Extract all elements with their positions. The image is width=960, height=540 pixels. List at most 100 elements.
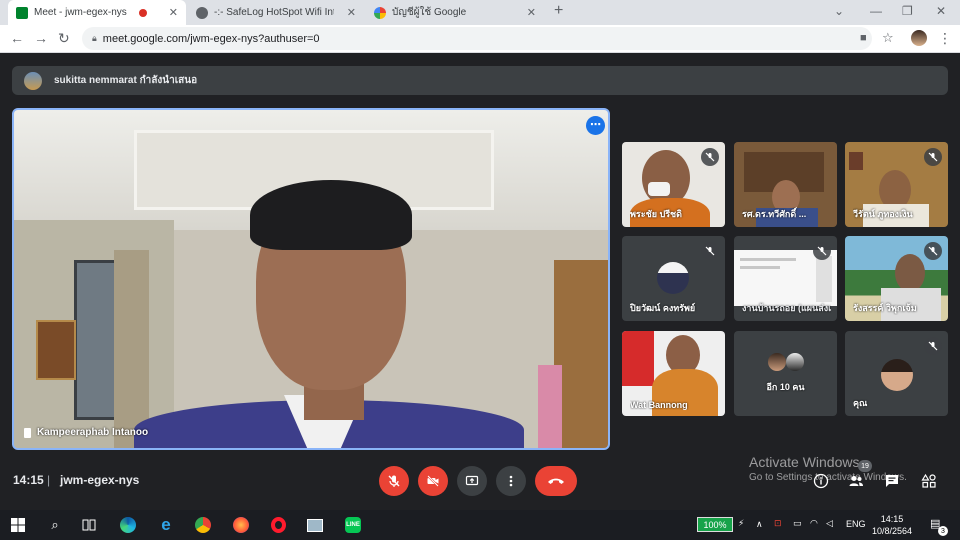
globe-icon	[196, 6, 208, 19]
back-icon[interactable]: ←	[10, 30, 24, 46]
chat-button[interactable]	[881, 470, 903, 492]
more-options-icon[interactable]: ⋯	[586, 116, 605, 135]
mic-off-icon	[924, 337, 942, 355]
close-window-icon[interactable]: ✕	[936, 4, 946, 18]
toggle-mic-button[interactable]	[379, 466, 409, 496]
pin-icon	[24, 427, 31, 438]
participant-tile[interactable]: ปิยวัฒน์ คงทรัพย์	[622, 236, 725, 321]
forward-icon[interactable]: →	[34, 30, 48, 46]
camera-icon[interactable]: ■	[860, 32, 867, 44]
info-icon	[813, 473, 829, 489]
tab-meet[interactable]: Meet - jwm-egex-nys ✕	[8, 0, 186, 25]
volume-icon[interactable]: ◁	[826, 518, 833, 529]
chat-icon	[886, 475, 898, 487]
main-video-name: Kampeeraphab Intanoo	[37, 427, 149, 438]
present-screen-button[interactable]	[457, 466, 487, 496]
activities-button[interactable]	[918, 470, 940, 492]
address-bar[interactable]: 🔒︎ meet.google.com/jwm-egex-nys?authuser…	[82, 27, 872, 50]
tab-label: Meet - jwm-egex-nys	[34, 7, 127, 18]
people-icon	[849, 476, 863, 486]
reload-icon[interactable]: ↻	[58, 30, 70, 47]
participant-tile[interactable]: รังสรรค์ วิพุกเจ้ม	[845, 236, 948, 321]
present-icon	[465, 475, 479, 486]
opera-icon[interactable]	[269, 516, 287, 534]
face-mask	[648, 182, 670, 196]
screen-line	[740, 258, 796, 261]
participant-avatar	[786, 353, 804, 371]
lock-icon: 🔒︎	[92, 33, 97, 43]
more-options-button[interactable]	[496, 466, 526, 496]
more-participants-tile[interactable]: อีก 10 คน	[734, 331, 837, 416]
hang-up-icon	[548, 478, 564, 484]
participant-tile[interactable]: วีรัตน์ ภูทองเงิน	[845, 142, 948, 227]
chrome-icon[interactable]	[194, 516, 212, 534]
participant-tile[interactable]: พระชัย ปรีชดิ	[622, 142, 725, 227]
tab-safelog[interactable]: -:- SafeLog HotSpot Wifi Internet ✕	[188, 0, 364, 25]
participant-tile[interactable]: Wat Bannong	[622, 331, 725, 416]
battery-indicator[interactable]: 100%	[697, 517, 733, 532]
watermark-line1: Activate Windows	[749, 454, 860, 470]
tab-google-account[interactable]: บัญชีผู้ใช้ Google ✕	[366, 0, 544, 25]
firefox-icon[interactable]	[232, 516, 250, 534]
close-tab-icon[interactable]: ✕	[527, 6, 536, 19]
menu-kebab-icon[interactable]: ⋮	[938, 30, 952, 47]
participant-name: Wat Bannong	[630, 400, 688, 410]
windows-start-icon[interactable]	[9, 516, 27, 534]
restore-icon[interactable]: ❐	[902, 4, 913, 18]
participant-name: วีรัตน์ ภูทองเงิน	[853, 209, 913, 219]
red-banner	[622, 331, 654, 386]
separator: |	[47, 473, 51, 487]
main-video-label: Kampeeraphab Intanoo	[24, 427, 148, 438]
toggle-camera-button[interactable]	[418, 466, 448, 496]
participants-button[interactable]	[845, 470, 867, 492]
profile-avatar[interactable]	[911, 30, 927, 46]
display-icon[interactable]: ▭	[793, 518, 802, 529]
participants-count-badge: 19	[858, 460, 872, 472]
tab-label: -:- SafeLog HotSpot Wifi Internet	[214, 7, 334, 18]
recording-icon	[138, 8, 147, 17]
participant-name: งานบ้านรถอย (แผนส่งเสริม...	[742, 303, 831, 313]
participant-tile[interactable]: งานบ้านรถอย (แผนส่งเสริม...	[734, 236, 837, 321]
participant-name: พระชัย ปรีชดิ	[630, 209, 682, 219]
windows-taskbar: ⌕ e LINE 100% ⚡︎ ∧ ⊡ ▭ ◠ ◁ ENG 14:15 10/…	[0, 510, 960, 540]
participant-name: รังสรรค์ วิพุกเจ้ม	[853, 303, 917, 313]
line-app-icon[interactable]: LINE	[344, 516, 362, 534]
new-tab-icon[interactable]: +	[554, 2, 563, 20]
participant-avatar	[657, 262, 689, 294]
show-hidden-icons-icon[interactable]: ∧	[756, 519, 763, 530]
tab-search-icon[interactable]: ⌄	[834, 4, 844, 18]
activities-icon	[921, 473, 936, 488]
taskbar-clock[interactable]: 14:15 10/8/2564	[872, 513, 912, 537]
screen-line	[740, 266, 780, 269]
bookmark-star-icon[interactable]: ☆	[882, 30, 894, 46]
tray-app-icon[interactable]: ⊡	[774, 518, 782, 529]
close-tab-icon[interactable]: ✕	[169, 6, 178, 19]
internet-explorer-icon[interactable]: e	[157, 515, 175, 534]
mic-off-icon	[924, 242, 942, 260]
charging-icon: ⚡︎	[738, 518, 745, 528]
mic-off-icon	[813, 242, 831, 260]
tab-strip: Meet - jwm-egex-nys ✕ -:- SafeLog HotSpo…	[0, 0, 960, 25]
close-tab-icon[interactable]: ✕	[347, 6, 356, 19]
screen-panel	[816, 256, 832, 302]
edge-icon[interactable]	[119, 516, 137, 534]
meet-favicon-icon	[16, 6, 28, 19]
minimize-icon[interactable]: —	[870, 4, 882, 18]
participant-tile-self[interactable]: คุณ	[845, 331, 948, 416]
input-language[interactable]: ENG	[846, 519, 866, 529]
media-app-icon[interactable]	[306, 516, 324, 534]
task-view-icon[interactable]	[80, 516, 98, 534]
meeting-details-button[interactable]	[810, 470, 832, 492]
leave-call-button[interactable]	[535, 466, 577, 496]
mic-off-icon	[388, 475, 400, 487]
participant-name: ปิยวัฒน์ คงทรัพย์	[630, 303, 696, 313]
tab-label: บัญชีผู้ใช้ Google	[392, 7, 467, 18]
search-icon[interactable]: ⌕	[46, 516, 64, 534]
wifi-icon[interactable]: ◠	[810, 518, 818, 529]
clock-time: 14:15	[880, 514, 904, 524]
video-pink-cloth	[538, 365, 562, 448]
presenting-text: sukitta nemmarat กำลังนำเสนอ	[54, 75, 198, 86]
participant-tile[interactable]: รศ.ดร.ทวีศักดิ์ ...	[734, 142, 837, 227]
participant-face	[895, 254, 925, 292]
main-video[interactable]: ⋯ Kampeeraphab Intanoo	[12, 108, 610, 450]
